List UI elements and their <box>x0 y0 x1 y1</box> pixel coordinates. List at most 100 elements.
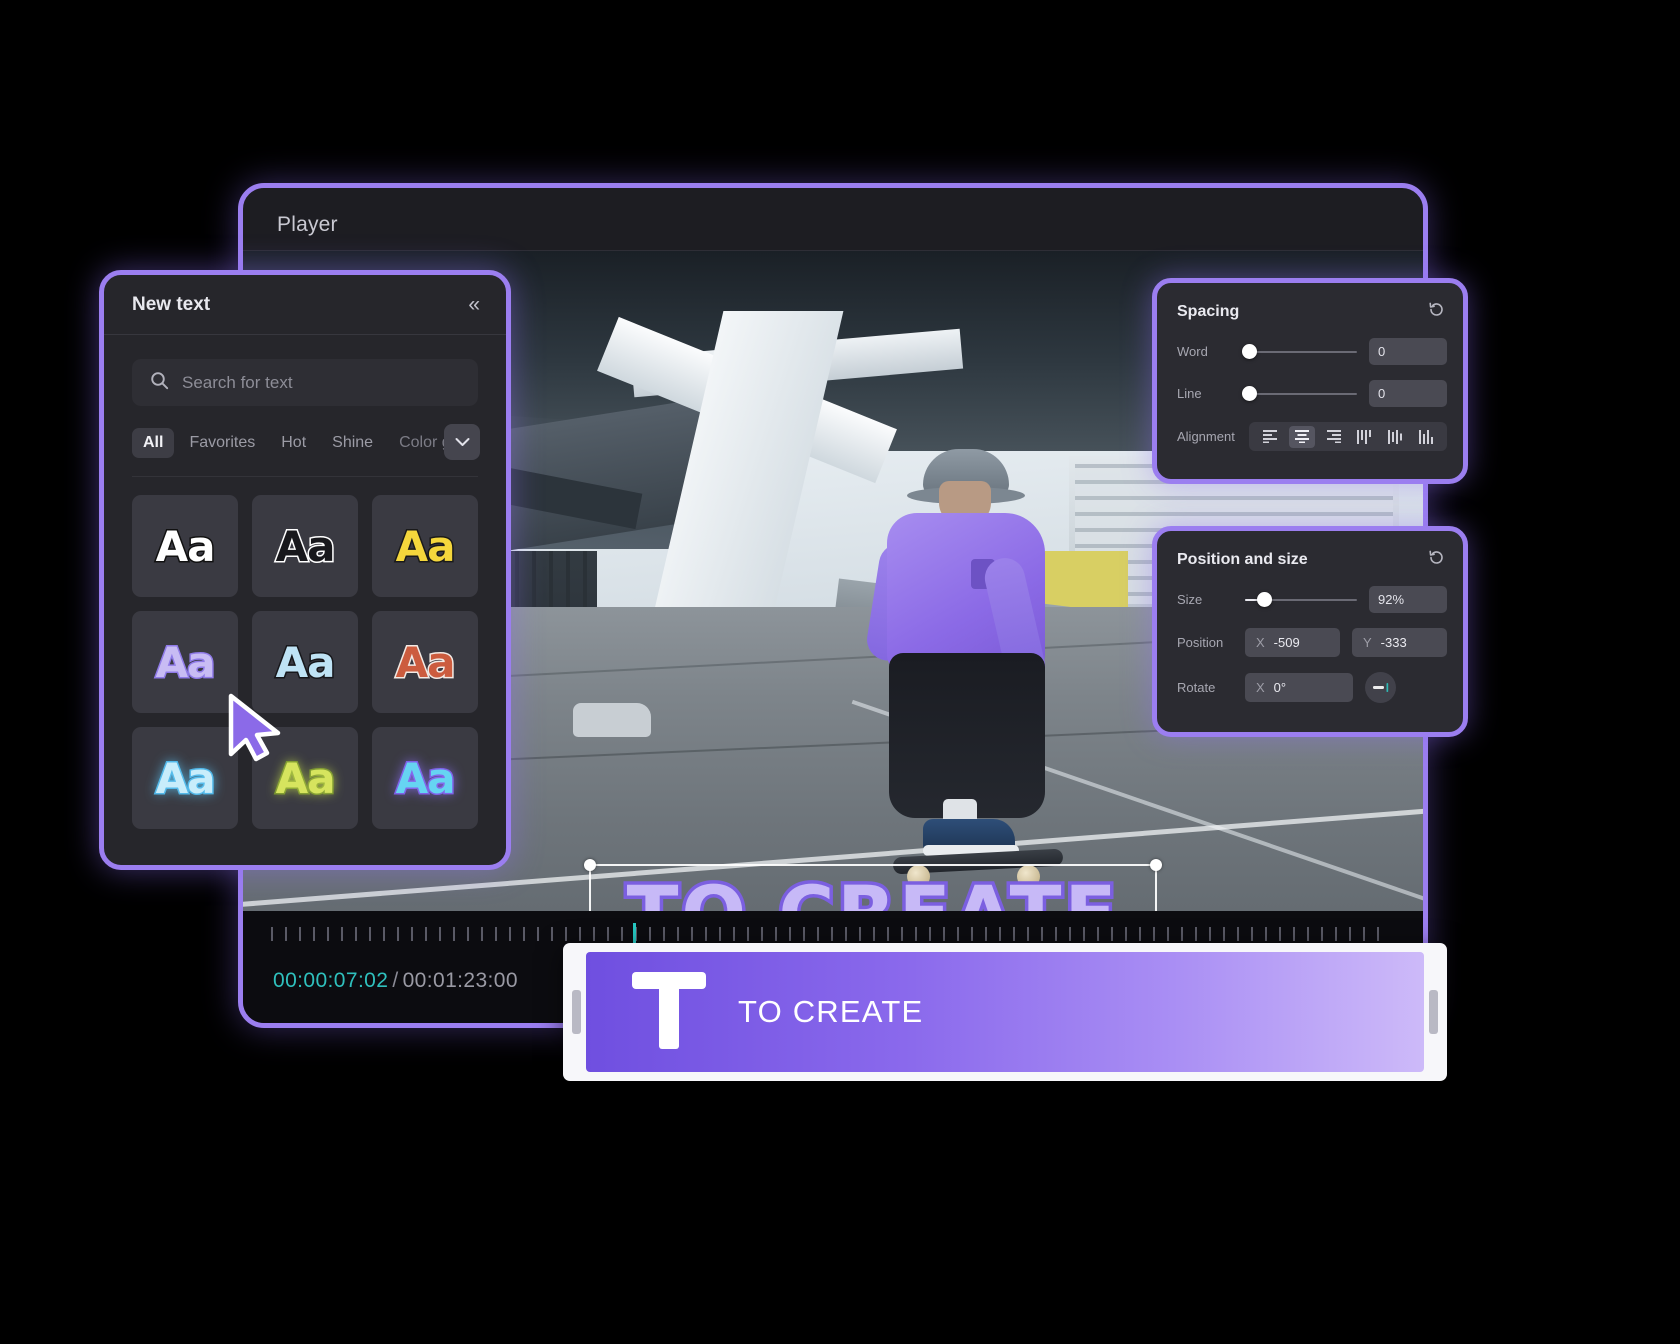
position-x-value: -509 <box>1273 635 1300 650</box>
alignment-row: Alignment <box>1157 422 1463 451</box>
rotate-field[interactable]: X 0° <box>1245 673 1353 702</box>
size-value[interactable]: 92% <box>1369 586 1447 613</box>
word-spacing-slider[interactable] <box>1242 344 1357 360</box>
resize-handle-top-right[interactable] <box>1150 859 1162 871</box>
text-style-preview: Aa <box>154 520 217 572</box>
overlay-text[interactable]: TO CREATE <box>591 865 1155 911</box>
search-input[interactable] <box>182 372 460 393</box>
category-tabs: All Favorites Hot Shine Color g <box>132 424 480 460</box>
reset-icon[interactable] <box>1428 549 1445 571</box>
size-row: Size 92% <box>1157 586 1463 613</box>
text-style-preview: Aa <box>154 752 217 804</box>
text-style-tile[interactable]: Aa <box>252 495 358 597</box>
align-center-icon[interactable] <box>1288 425 1315 448</box>
position-x-field[interactable]: X -509 <box>1245 628 1340 657</box>
rotate-axis-label: X <box>1256 680 1265 695</box>
screenshot-root: Player 00:00:07:02 / 00:01:23:00 New tex… <box>0 0 1680 1344</box>
position-y-value: -333 <box>1380 635 1407 650</box>
trim-handle-left[interactable] <box>572 990 581 1034</box>
text-style-tile[interactable]: Aa <box>132 495 238 597</box>
text-selection-box[interactable]: TO CREATE <box>584 859 1162 911</box>
word-spacing-row: Word 0 <box>1157 338 1463 365</box>
resize-handle-top-left[interactable] <box>584 859 596 871</box>
position-label: Position <box>1177 635 1224 650</box>
spacing-title: Spacing <box>1177 303 1240 320</box>
text-style-tile[interactable]: Aa <box>252 611 358 713</box>
rotate-label: Rotate <box>1177 680 1216 695</box>
reset-icon[interactable] <box>1428 301 1445 323</box>
page-title: Player <box>277 213 338 236</box>
text-style-tile[interactable]: Aa <box>132 611 238 713</box>
line-spacing-row: Line 0 <box>1157 380 1463 407</box>
text-style-tile[interactable]: Aa <box>372 727 478 829</box>
word-spacing-label: Word <box>1177 344 1208 359</box>
rotate-value: 0° <box>1273 680 1287 695</box>
align-vertical-bottom-icon[interactable] <box>1413 426 1439 448</box>
align-vertical-top-icon[interactable] <box>1351 426 1377 448</box>
position-header: Position and size <box>1157 531 1463 571</box>
position-title: Position and size <box>1177 551 1308 568</box>
align-right-icon[interactable] <box>1320 426 1346 448</box>
alignment-label: Alignment <box>1177 429 1235 444</box>
text-style-tile[interactable]: Aa <box>252 727 358 829</box>
slider-track <box>1245 392 1357 395</box>
search-container[interactable] <box>132 359 478 406</box>
new-text-header: New text « <box>104 275 506 335</box>
text-style-grid: Aa Aa Aa Aa Aa Aa Aa Aa Aa <box>104 477 506 829</box>
text-style-preview: Aa <box>394 636 457 688</box>
collapse-panel-icon[interactable]: « <box>468 294 480 315</box>
trim-handle-right[interactable] <box>1429 990 1438 1034</box>
timeline-ruler[interactable] <box>271 927 1391 941</box>
slider-knob[interactable] <box>1242 344 1258 359</box>
rotate-row: Rotate X 0° <box>1157 672 1463 703</box>
timecode-display: 00:00:07:02/00:01:23:00 <box>273 969 518 993</box>
spacing-panel: Spacing Word 0 Line 0 Alignment <box>1152 278 1468 484</box>
chevron-down-icon[interactable] <box>444 424 480 460</box>
line-spacing-value[interactable]: 0 <box>1369 380 1447 407</box>
timecode-separator: / <box>392 969 399 992</box>
tab-all[interactable]: All <box>132 428 175 458</box>
align-vertical-center-icon[interactable] <box>1382 426 1408 448</box>
word-spacing-value[interactable]: 0 <box>1369 338 1447 365</box>
position-row: Position X -509 Y -333 <box>1157 628 1463 657</box>
alignment-button-group <box>1249 422 1447 451</box>
size-slider[interactable] <box>1245 592 1357 608</box>
skater-pants <box>888 653 1045 818</box>
timecode-total: 00:01:23:00 <box>402 969 518 992</box>
timeline-clip-card[interactable]: TO CREATE <box>563 943 1447 1081</box>
clip-label: TO CREATE <box>738 994 924 1029</box>
slider-track <box>1245 350 1357 353</box>
spacing-header: Spacing <box>1157 283 1463 323</box>
slider-knob[interactable] <box>1242 386 1258 401</box>
text-style-tile[interactable]: Aa <box>372 495 478 597</box>
text-style-preview: Aa <box>274 520 337 572</box>
line-spacing-slider[interactable] <box>1242 386 1357 402</box>
new-text-panel: New text « All Favorites Hot Shine Color… <box>99 270 511 870</box>
align-left-icon[interactable] <box>1258 426 1284 448</box>
clip-body[interactable]: TO CREATE <box>586 952 1424 1072</box>
tab-favorites[interactable]: Favorites <box>178 428 266 458</box>
size-label: Size <box>1177 592 1203 607</box>
tab-hot[interactable]: Hot <box>270 428 317 458</box>
text-style-preview: Aa <box>394 520 457 572</box>
tab-shine[interactable]: Shine <box>321 428 384 458</box>
search-icon <box>150 371 169 395</box>
text-style-preview: Aa <box>274 636 337 688</box>
text-style-preview: Aa <box>394 752 457 804</box>
text-style-preview: Aa <box>274 752 337 804</box>
text-t-icon <box>630 968 708 1057</box>
position-and-size-panel: Position and size Size 92% Position X -5… <box>1152 526 1468 737</box>
scene-skater <box>845 447 1075 888</box>
text-style-tile[interactable]: Aa <box>132 727 238 829</box>
flip-horizontal-icon[interactable] <box>1365 672 1396 703</box>
playhead[interactable] <box>633 923 636 943</box>
position-y-axis-label: Y <box>1363 635 1372 650</box>
slider-knob[interactable] <box>1257 592 1273 607</box>
line-spacing-label: Line <box>1177 386 1202 401</box>
text-style-tile[interactable]: Aa <box>372 611 478 713</box>
position-y-field[interactable]: Y -333 <box>1352 628 1447 657</box>
new-text-title: New text <box>132 293 211 315</box>
position-x-axis-label: X <box>1256 635 1265 650</box>
text-style-preview: Aa <box>154 636 217 688</box>
timecode-current: 00:00:07:02 <box>273 969 389 992</box>
